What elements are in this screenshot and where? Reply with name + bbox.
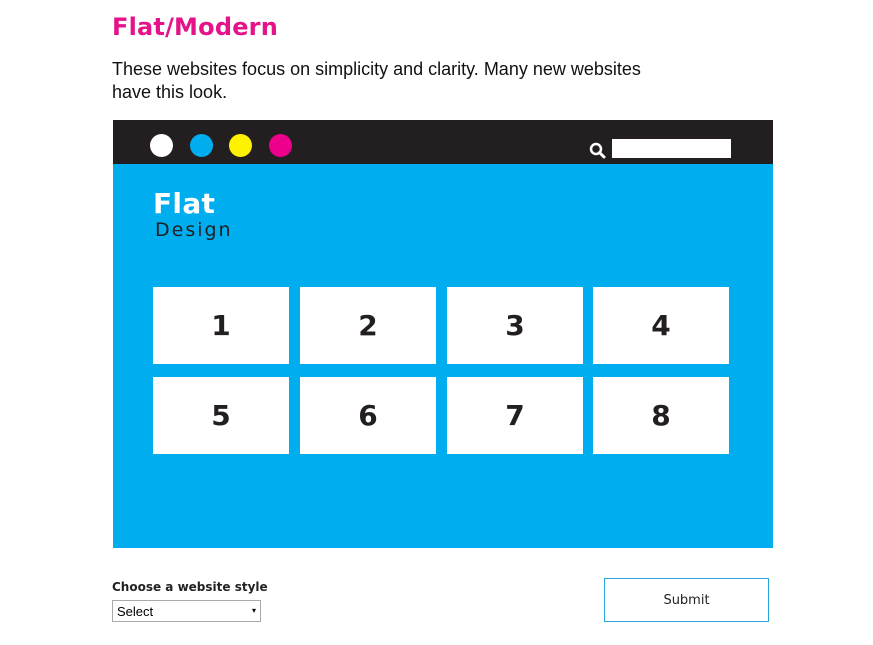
tile-8: 8: [593, 377, 729, 454]
browser-toolbar: [113, 120, 773, 164]
website-style-select[interactable]: Select ▾: [112, 600, 261, 622]
white-dot-icon: [150, 134, 173, 157]
dropdown-arrow-icon: ▾: [251, 606, 256, 615]
page: Flat/Modern These websites focus on simp…: [0, 0, 873, 645]
tile-3: 3: [447, 287, 583, 364]
search-bar-graphic: [612, 139, 731, 158]
website-style-label: Choose a website style: [112, 580, 268, 594]
cyan-dot-icon: [190, 134, 213, 157]
brand-subtitle: Design: [155, 219, 233, 241]
mockup-body: Flat Design 1 2 3 4 5 6 7 8: [113, 164, 773, 548]
intro-text: These websites focus on simplicity and c…: [112, 59, 641, 102]
page-title: Flat/Modern: [112, 13, 279, 41]
tile-6: 6: [300, 377, 436, 454]
submit-button[interactable]: Submit: [604, 578, 769, 622]
tile-1: 1: [153, 287, 289, 364]
tile-5: 5: [153, 377, 289, 454]
tile-4: 4: [593, 287, 729, 364]
flat-design-illustration: Flat Design 1 2 3 4 5 6 7 8: [113, 120, 773, 548]
tile-2: 2: [300, 287, 436, 364]
select-value: Select: [117, 604, 154, 619]
magnifier-icon: [589, 142, 606, 159]
yellow-dot-icon: [229, 134, 252, 157]
brand-title: Flat: [153, 187, 216, 220]
tile-7: 7: [447, 377, 583, 454]
magenta-dot-icon: [269, 134, 292, 157]
